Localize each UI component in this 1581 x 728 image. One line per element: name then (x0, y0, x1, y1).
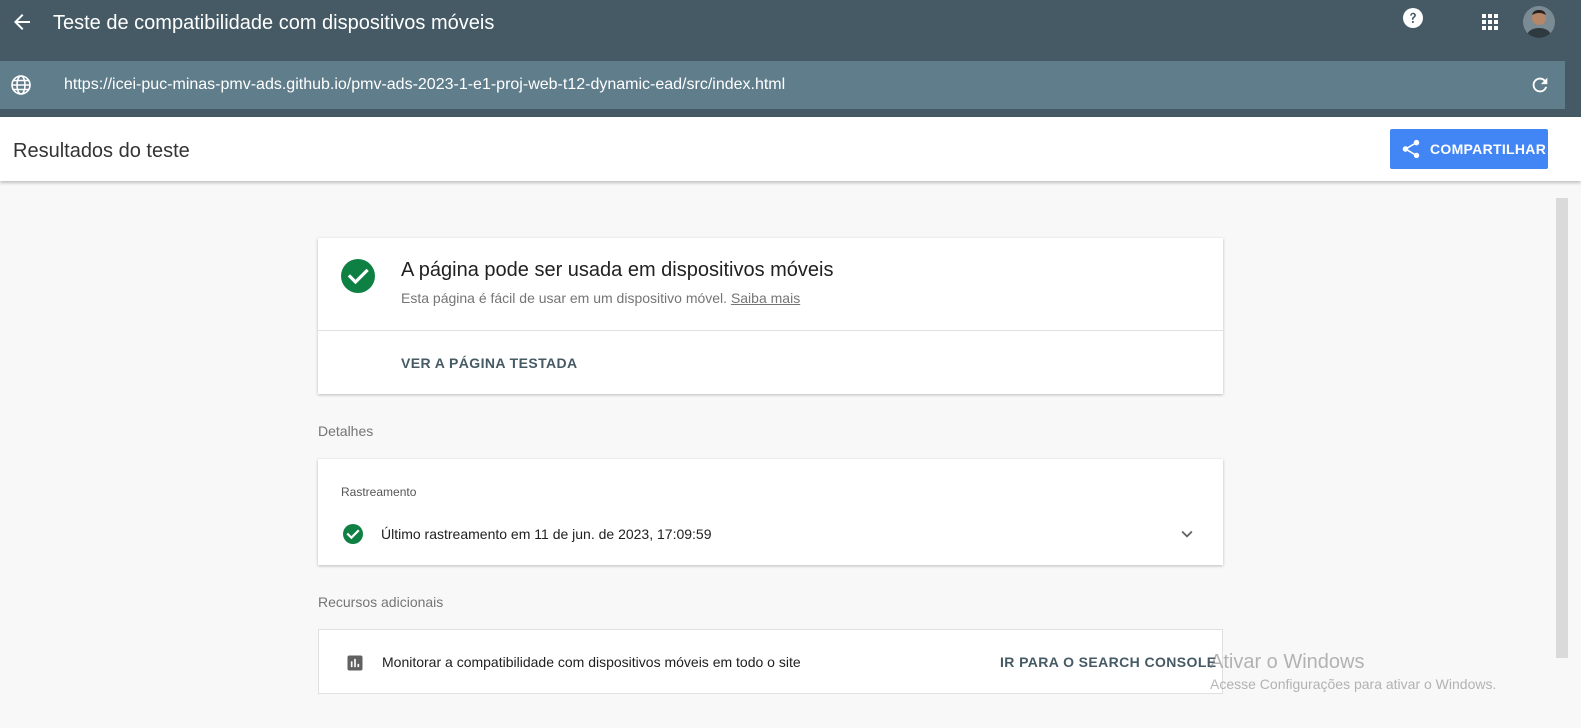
divider (318, 330, 1223, 331)
details-section-label: Detalhes (318, 423, 374, 439)
resources-section-label: Recursos adicionais (318, 594, 444, 610)
help-icon[interactable] (1402, 7, 1424, 29)
globe-icon (10, 74, 32, 96)
resource-description: Monitorar a compatibilidade com disposit… (382, 654, 801, 670)
check-circle-icon (342, 523, 364, 545)
app-bar: Teste de compatibilidade com dispositivo… (0, 0, 1581, 117)
url-input[interactable] (64, 75, 1464, 95)
windows-watermark-subtitle: Acesse Configurações para ativar o Windo… (1210, 676, 1497, 692)
bar-chart-icon (345, 653, 365, 673)
check-circle-icon (340, 258, 376, 294)
share-button[interactable]: COMPARTILHAR (1390, 129, 1548, 169)
verdict-subtitle-text: Esta página é fácil de usar em um dispos… (401, 290, 728, 306)
user-avatar[interactable] (1523, 6, 1555, 38)
resources-card: Monitorar a compatibilidade com disposit… (318, 629, 1223, 694)
share-label: COMPARTILHAR (1430, 141, 1547, 157)
view-tested-page-button[interactable]: VER A PÁGINA TESTADA (401, 354, 578, 372)
learn-more-link[interactable]: Saiba mais (731, 290, 800, 306)
apps-grid-icon[interactable] (1480, 12, 1500, 32)
crawl-card[interactable]: Rastreamento Último rastreamento em 11 d… (318, 459, 1223, 565)
share-icon (1402, 139, 1420, 159)
results-header: Resultados do teste COMPARTILHAR (0, 117, 1581, 181)
scrollbar[interactable] (1556, 198, 1568, 658)
crawl-status-text: Último rastreamento em 11 de jun. de 202… (381, 526, 712, 542)
results-title: Resultados do teste (13, 140, 190, 162)
chevron-down-icon[interactable] (1176, 523, 1198, 545)
verdict-card: A página pode ser usada em dispositivos … (318, 238, 1223, 394)
search-console-button[interactable]: IR PARA O SEARCH CONSOLE (1000, 653, 1217, 671)
verdict-subtitle: Esta página é fácil de usar em um dispos… (401, 289, 800, 307)
verdict-title: A página pode ser usada em dispositivos … (401, 259, 834, 281)
page-title: Teste de compatibilidade com dispositivo… (53, 12, 495, 34)
crawl-label: Rastreamento (341, 485, 417, 499)
refresh-icon[interactable] (1529, 74, 1551, 96)
arrow-back-icon[interactable] (10, 10, 34, 34)
windows-watermark-title: Ativar o Windows (1210, 651, 1365, 673)
url-bar (0, 61, 1565, 109)
